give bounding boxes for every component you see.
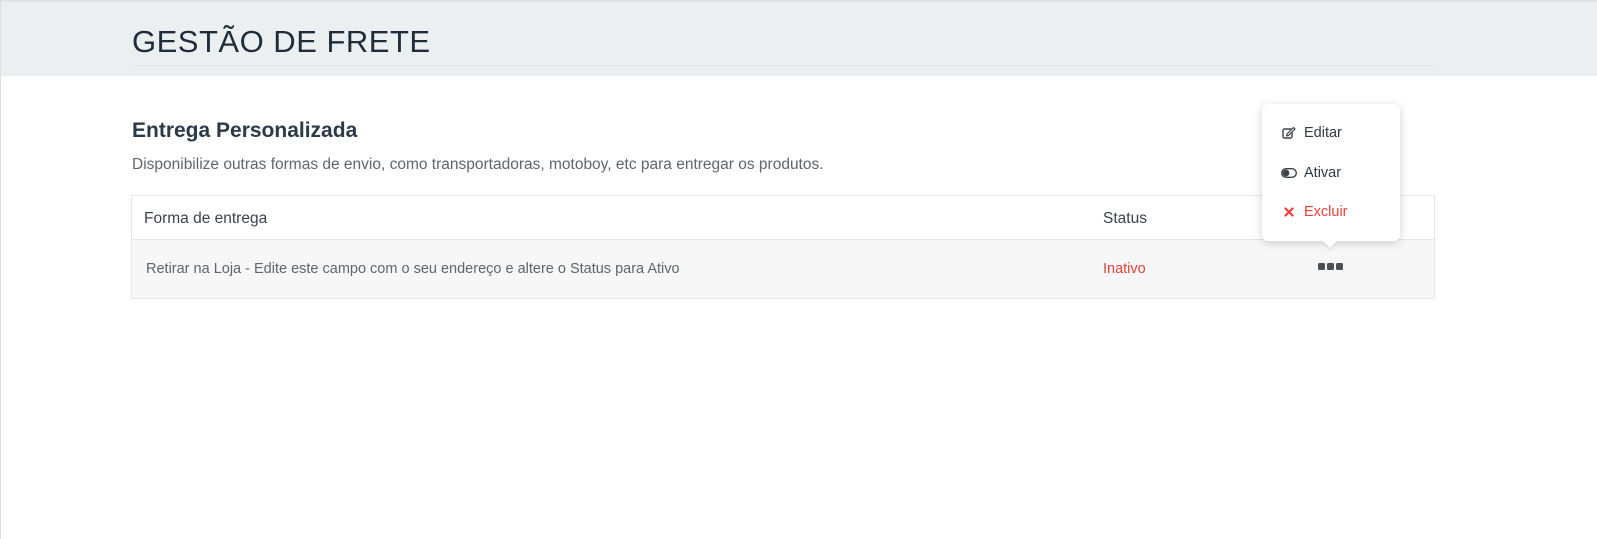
section-title: Entrega Personalizada <box>132 119 358 142</box>
column-header-status: Status <box>1103 210 1147 227</box>
section-description: Disponibilize outras formas de envio, co… <box>132 156 824 173</box>
toggle-icon <box>1281 165 1297 181</box>
status-badge: Inativo <box>1103 261 1146 277</box>
close-icon <box>1281 204 1297 220</box>
more-dots-icon-dot <box>1336 262 1343 270</box>
more-actions-button[interactable] <box>1318 260 1344 272</box>
edit-icon <box>1281 125 1297 141</box>
page: GESTÃO DE FRETE Entrega Personalizada Di… <box>0 0 1597 539</box>
menu-item-label: Excluir <box>1304 204 1348 220</box>
more-dots-icon-dot <box>1327 262 1334 270</box>
menu-item-excluir[interactable]: Excluir <box>1281 202 1348 222</box>
actions-dropdown: Editar Ativar Excluir <box>1262 104 1400 241</box>
more-dots-icon <box>1318 262 1325 270</box>
page-header: GESTÃO DE FRETE <box>1 2 1597 76</box>
page-title: GESTÃO DE FRETE <box>132 24 431 59</box>
menu-item-ativar[interactable]: Ativar <box>1281 163 1341 183</box>
table-row[interactable]: Retirar na Loja - Edite este campo com o… <box>132 240 1434 298</box>
cell-forma-entrega: Retirar na Loja - Edite este campo com o… <box>146 261 680 277</box>
menu-item-editar[interactable]: Editar <box>1281 123 1342 143</box>
column-header-forma: Forma de entrega <box>144 210 268 227</box>
delivery-table: Forma de entrega Status Retirar na Loja … <box>131 195 1435 299</box>
menu-item-label: Ativar <box>1304 165 1342 181</box>
table-header: Forma de entrega Status <box>132 196 1434 240</box>
menu-item-label: Editar <box>1304 125 1342 141</box>
header-divider <box>132 65 1434 66</box>
